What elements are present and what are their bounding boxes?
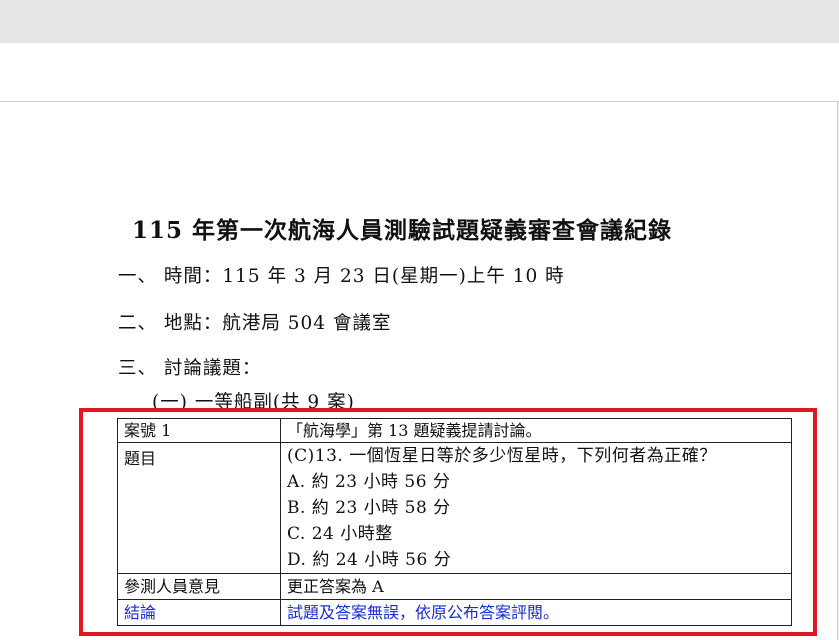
document-title: 115 年第一次航海人員測驗試題疑義審查會議紀錄 [132,217,673,244]
meeting-location: 二、 地點：航港局 504 會議室 [118,313,392,334]
browser-top-bar [0,0,839,43]
highlight-box [79,408,817,636]
viewer-toolbar [0,43,839,102]
meeting-time: 一、 時間：115 年 3 月 23 日(星期一)上午 10 時 [118,266,565,287]
discussion-topics-heading: 三、 討論議題： [118,358,262,379]
